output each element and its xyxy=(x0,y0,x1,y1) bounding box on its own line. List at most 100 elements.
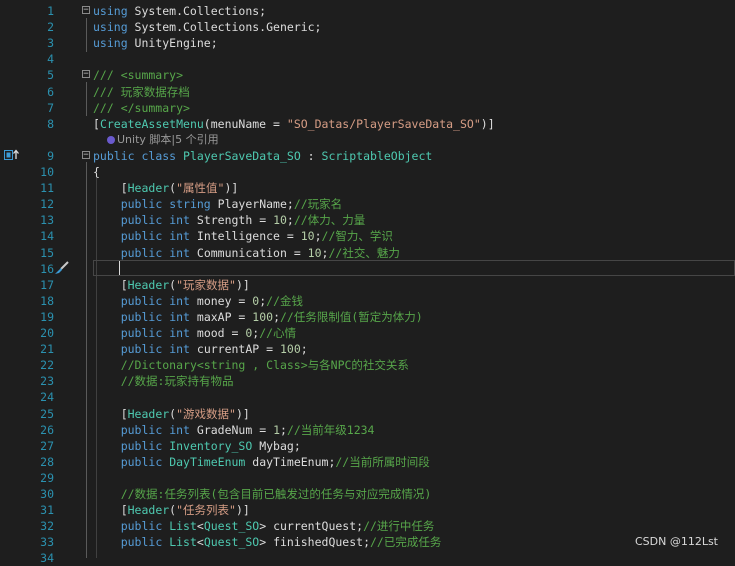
code-line[interactable]: 31 [Header("任务列表")] xyxy=(0,502,735,518)
code-line[interactable]: 15 public int Communication = 10;//社交、魅力 xyxy=(0,245,735,261)
code-line[interactable]: 26 public int GradeNum = 1;//当前年级1234 xyxy=(0,422,735,438)
code-line[interactable]: 7 /// </summary> xyxy=(0,100,735,116)
code-line[interactable]: 5 −/// <summary> xyxy=(0,67,735,83)
code-token: Header xyxy=(127,277,170,292)
code-text: /// <summary> xyxy=(93,67,183,83)
code-line[interactable]: 19 public int maxAP = 100;//任务限制值(暂定为体力) xyxy=(0,309,735,325)
code-line[interactable]: 20 public int mood = 0;//心情 xyxy=(0,325,735,341)
code-token: 100 xyxy=(279,342,301,357)
code-line[interactable]: 14 public int Intelligence = 10;//智力、学识 xyxy=(0,228,735,244)
code-line[interactable]: 18 public int money = 0;//金钱 xyxy=(0,293,735,309)
code-text: [CreateAssetMenu(menuName = "SO_Datas/Pl… xyxy=(93,116,495,132)
code-line[interactable]: 34 xyxy=(0,550,735,566)
code-token: Header xyxy=(127,406,170,421)
code-token: //当前所属时间段 xyxy=(335,454,430,469)
code-line[interactable]: 12 public string PlayerName;//玩家名 xyxy=(0,196,735,212)
code-line[interactable]: 29 xyxy=(0,470,735,486)
code-line[interactable]: 28 public DayTimeEnum dayTimeEnum;//当前所属… xyxy=(0,454,735,470)
current-line-highlight xyxy=(93,260,735,276)
line-number: 1 xyxy=(47,4,54,18)
bookmark-arrow-icon[interactable] xyxy=(4,149,20,161)
line-number: 28 xyxy=(40,454,54,469)
line-number: 29 xyxy=(40,470,54,485)
code-line[interactable]: 10 { xyxy=(0,164,735,180)
code-token: PlayerSaveData_SO xyxy=(183,148,301,163)
code-line[interactable]: 3 using UnityEngine; xyxy=(0,35,735,51)
code-token: [ xyxy=(93,277,128,292)
code-line[interactable]: 30 //数据:任务列表(包含目前已触发过的任务与对应完成情况) xyxy=(0,486,735,502)
code-line[interactable]: 27 public Inventory_SO Mybag; xyxy=(0,438,735,454)
code-line[interactable]: 32 public List<Quest_SO> currentQuest;//… xyxy=(0,518,735,534)
code-line[interactable]: 33 public List<Quest_SO> finishedQuest;/… xyxy=(0,534,735,550)
code-token: currentAP = xyxy=(189,342,280,357)
code-token: int xyxy=(169,309,190,324)
code-token: //Dictonary<string , Class>与各NPC的社交关系 xyxy=(120,358,409,373)
code-text: public int currentAP = 100; xyxy=(93,341,308,357)
code-text: using UnityEngine; xyxy=(93,35,218,51)
code-token: [ xyxy=(93,116,100,131)
code-token: "属性值" xyxy=(176,181,225,196)
code-text: //数据:任务列表(包含目前已触发过的任务与对应完成情况) xyxy=(93,486,432,502)
code-token: { xyxy=(93,165,100,179)
code-line[interactable]: 24 xyxy=(0,389,735,405)
code-token: GradeNum = xyxy=(189,422,274,437)
code-token: 10 xyxy=(300,229,315,244)
line-number: 15 xyxy=(40,245,54,260)
code-token: public xyxy=(93,148,135,163)
line-number: 4 xyxy=(47,52,54,67)
code-token: public xyxy=(120,309,163,324)
code-line[interactable]: 17 [Header("玩家数据")] xyxy=(0,277,735,293)
code-line[interactable]: 25 [Header("游戏数据")] xyxy=(0,406,735,422)
code-line[interactable]: 9 − public class PlayerSaveData_SO : Scrip… xyxy=(0,148,735,164)
code-line[interactable]: 1 − using System.Collections; xyxy=(0,3,735,19)
codelens-references[interactable]: Unity 脚本|5 个引用 xyxy=(0,132,735,148)
code-line[interactable]: 11 [Header("属性值")] xyxy=(0,180,735,196)
line-number: 10 xyxy=(40,165,54,179)
code-line[interactable]: 13 public int Strength = 10;//体力、力量 xyxy=(0,212,735,228)
code-token: //当前年级1234 xyxy=(286,422,375,437)
code-token: //金钱 xyxy=(266,293,304,308)
code-line[interactable]: 2 using System.Collections.Generic; xyxy=(0,19,735,35)
code-token: /// 玩家数据存档 xyxy=(93,84,190,99)
code-text: public DayTimeEnum dayTimeEnum;//当前所属时间段 xyxy=(93,454,430,470)
code-text: //数据:玩家持有物品 xyxy=(93,373,234,389)
line-number: 14 xyxy=(40,229,54,244)
code-token: //社交、魅力 xyxy=(328,245,400,260)
code-token: Intelligence = xyxy=(189,229,301,244)
code-editor[interactable]: 1− using System.Collections; 2 using System… xyxy=(0,0,735,565)
line-number: 8 xyxy=(47,116,54,131)
collapse-icon[interactable]: − xyxy=(82,6,90,15)
code-token: Quest_SO xyxy=(203,535,260,550)
code-token: int xyxy=(169,342,190,357)
code-token: string xyxy=(169,197,211,212)
code-token: )] xyxy=(235,406,250,421)
code-text: /// 玩家数据存档 xyxy=(93,84,190,100)
collapse-icon[interactable]: − xyxy=(82,150,90,159)
code-text: public List<Quest_SO> currentQuest;//进行中… xyxy=(93,518,435,534)
code-line[interactable]: 4 xyxy=(0,51,735,67)
code-line[interactable]: 23 //数据:玩家持有物品 xyxy=(0,373,735,389)
code-token: ScriptableObject xyxy=(321,148,433,163)
code-line[interactable]: 21 public int currentAP = 100; xyxy=(0,341,735,357)
code-token: //数据:玩家持有物品 xyxy=(120,374,234,389)
codelens-text: Unity 脚本|5 个引用 xyxy=(117,132,219,146)
code-token: int xyxy=(169,293,190,308)
code-line[interactable]: 6 /// 玩家数据存档 xyxy=(0,84,735,100)
code-token: ; xyxy=(280,422,287,437)
text-caret xyxy=(119,261,120,275)
code-line[interactable]: 8 [CreateAssetMenu(menuName = "SO_Datas/P… xyxy=(0,116,735,132)
code-text: public class PlayerSaveData_SO : Scripta… xyxy=(93,148,432,164)
collapse-icon[interactable]: − xyxy=(82,70,90,79)
code-token: > finishedQuest; xyxy=(259,535,370,550)
code-token: Inventory_SO xyxy=(169,438,253,453)
code-token: Communication = xyxy=(189,245,308,260)
line-number: 25 xyxy=(40,406,54,421)
quick-action-brush-icon[interactable] xyxy=(54,261,70,275)
code-line[interactable]: 22 //Dictonary<string , Class>与各NPC的社交关系 xyxy=(0,357,735,373)
